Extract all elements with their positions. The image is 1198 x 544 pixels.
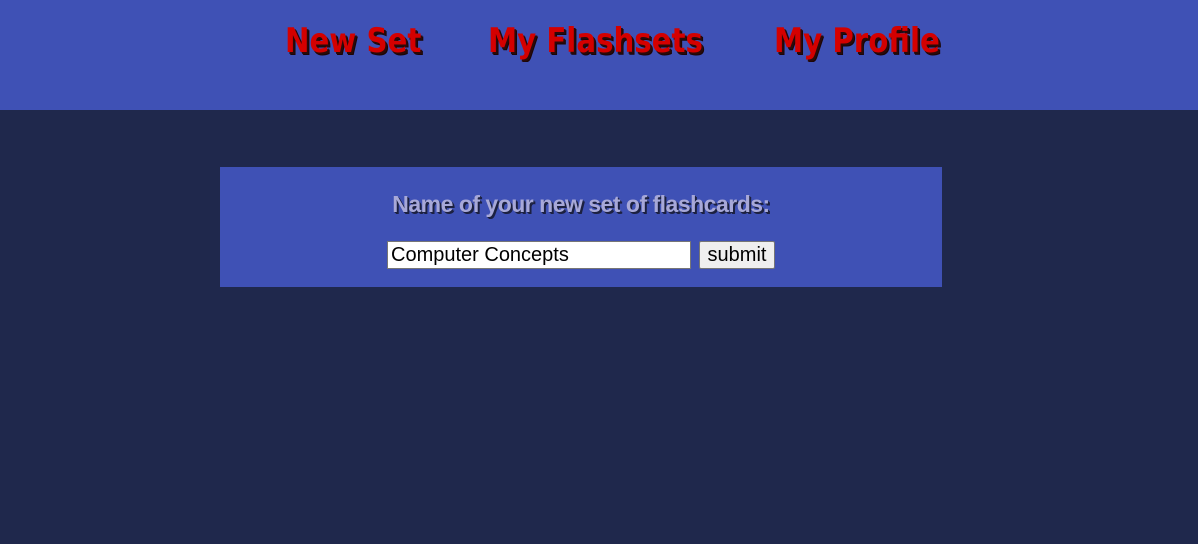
top-navigation-bar: New Set My Flashsets My Profile — [0, 0, 1198, 110]
nav-link-new-set[interactable]: New Set — [285, 18, 421, 64]
set-name-input[interactable] — [387, 241, 691, 269]
form-title: Name of your new set of flashcards: — [392, 191, 770, 217]
submit-button[interactable]: submit — [699, 241, 775, 269]
new-set-form-panel: Name of your new set of flashcards: subm… — [220, 167, 942, 287]
nav-link-my-profile[interactable]: My Profile — [774, 18, 940, 64]
nav-link-my-flashsets[interactable]: My Flashsets — [488, 18, 703, 64]
